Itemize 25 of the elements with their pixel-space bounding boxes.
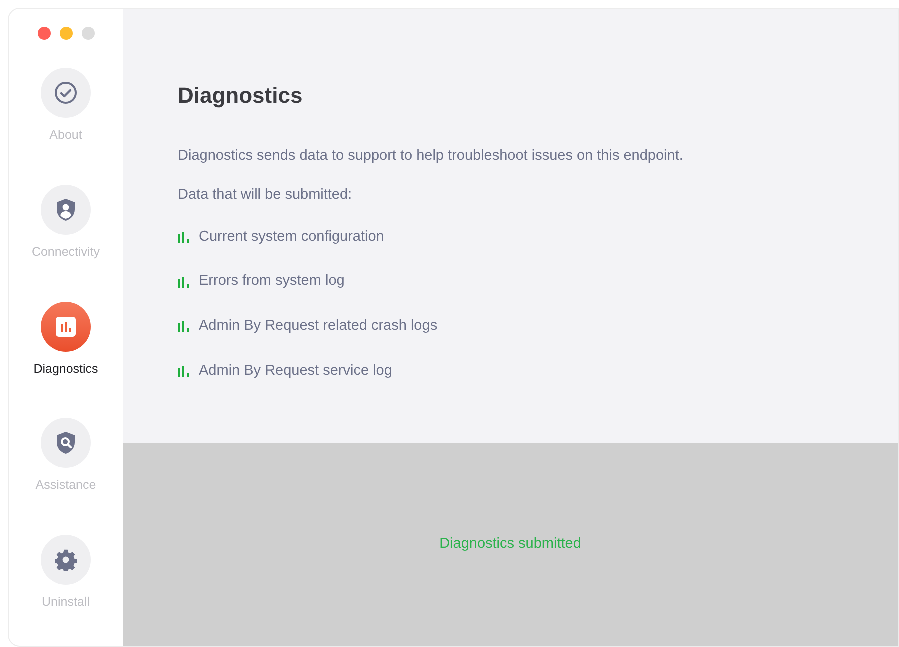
bar-chart-icon [178,321,190,332]
description-text: Diagnostics sends data to support to help troubleshoot issues on this endpoint. [178,147,684,166]
bar-chart-icon [178,232,190,243]
bar-chart-icon [178,276,190,288]
data-item-text: Errors from system log [199,272,345,292]
bar-chart-icon [55,316,77,338]
list-heading: Data that will be submitted: [178,186,354,205]
check-circle-icon [54,81,78,105]
sidebar-item-button[interactable] [41,302,91,352]
sidebar-item-button[interactable] [41,68,91,118]
bar-chart-icon [178,366,190,378]
data-item-text: Admin By Request related crash logs [199,317,438,336]
gear-icon [55,549,77,571]
data-item-text: Admin By Request service log [199,362,392,381]
status-message: Diagnostics submitted [440,534,582,554]
data-item-text: Current system configuration [199,228,384,246]
sidebar-item-label[interactable]: About [50,126,82,145]
sidebar-item-label[interactable]: Uninstall [42,593,90,612]
sidebar-item-label[interactable]: Diagnostics [34,360,98,378]
sidebar-item-label[interactable]: Connectivity [32,242,100,262]
sidebar-item-label[interactable]: Assistance [36,476,96,495]
shield-person-icon [55,198,77,222]
shield-magnifier-icon [54,431,77,456]
sidebar-item-button[interactable] [41,535,91,585]
page-title: Diagnostics [178,82,304,110]
